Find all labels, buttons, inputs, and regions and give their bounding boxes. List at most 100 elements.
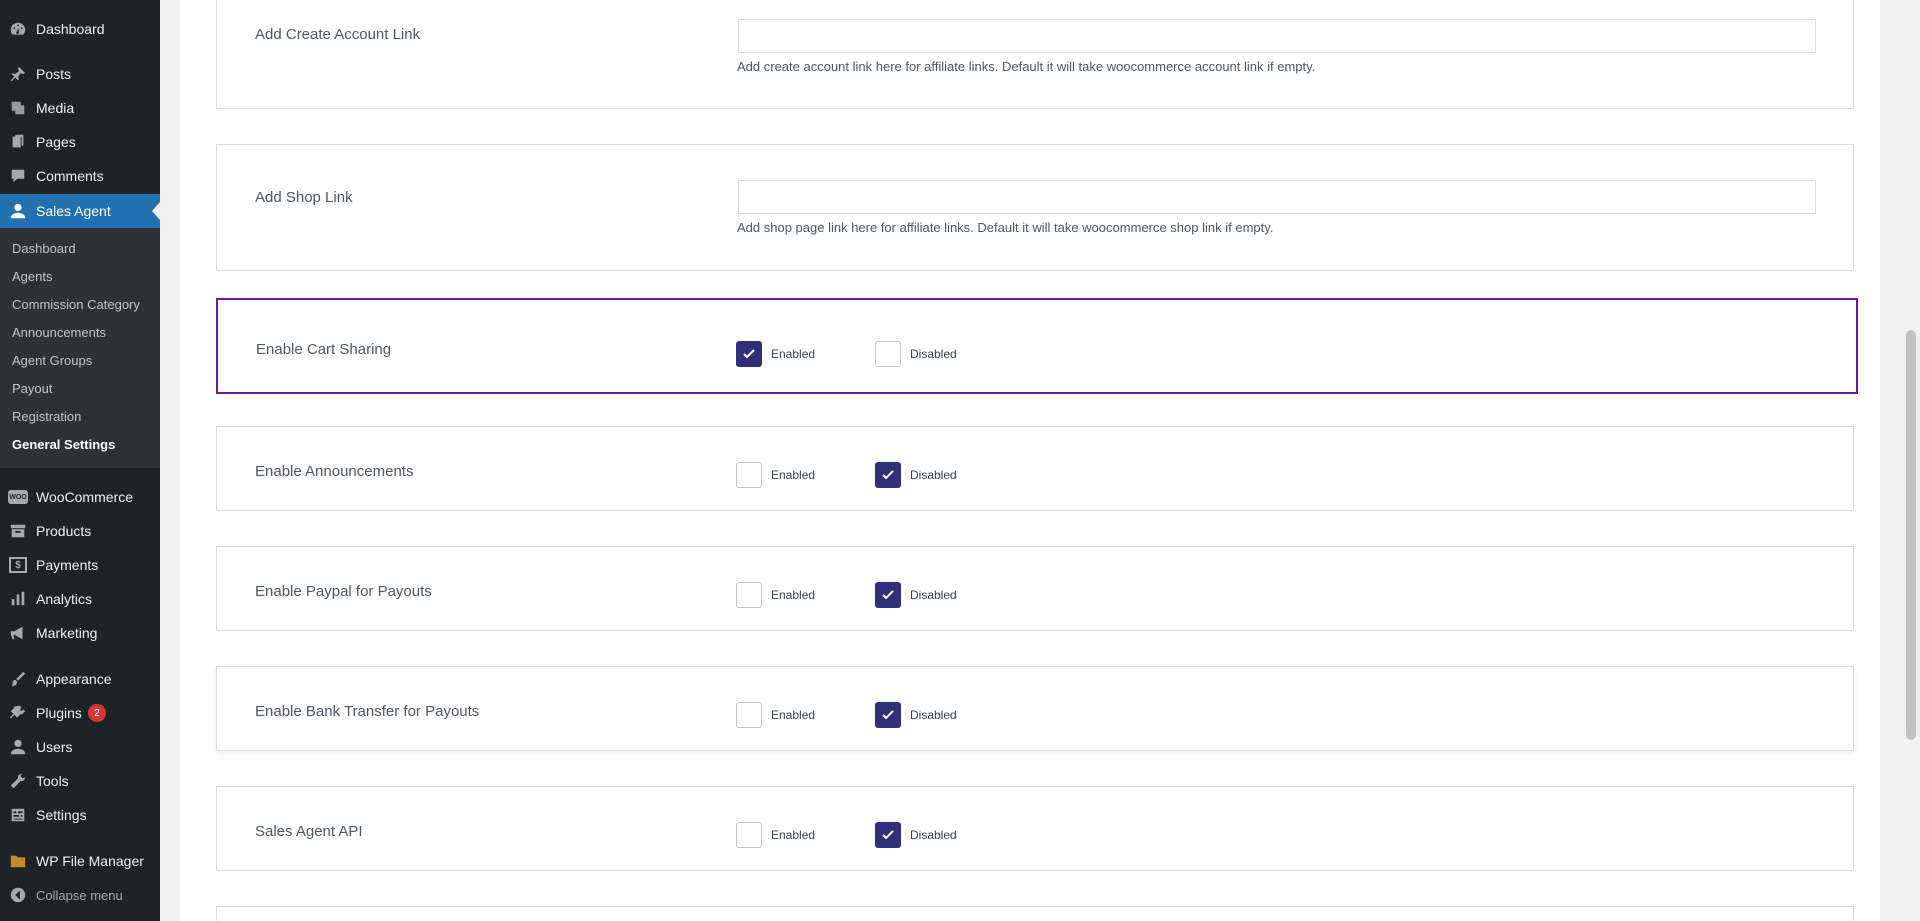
submenu-commission-category[interactable]: Commission Category: [12, 295, 140, 315]
cart-sharing-row: Enable Cart Sharing Enabled Disabled: [216, 298, 1858, 394]
option-label: Enabled: [771, 588, 816, 602]
settings-icon: [8, 805, 28, 825]
submenu-dashboard[interactable]: Dashboard: [12, 239, 76, 259]
collapse-menu-button[interactable]: Collapse menu: [0, 878, 160, 912]
option-label: Disabled: [910, 347, 957, 361]
users-icon: [8, 737, 28, 757]
announcements-row: Enable Announcements Enabled Disabled: [216, 426, 1854, 511]
menu-appearance[interactable]: Appearance: [0, 662, 160, 696]
menu-products[interactable]: Products: [0, 514, 160, 548]
bank-transfer-disabled-checkbox[interactable]: [875, 702, 901, 728]
menu-analytics[interactable]: Analytics: [0, 582, 160, 616]
option-label: Enabled: [771, 828, 816, 842]
next-setting-row: [216, 906, 1854, 921]
shop-link-label: Add Shop Link: [255, 189, 353, 206]
menu-pages[interactable]: Pages: [0, 125, 160, 159]
menu-tools[interactable]: Tools: [0, 764, 160, 798]
cart-sharing-enabled-option[interactable]: Enabled: [736, 341, 815, 367]
sales-agent-submenu: Dashboard Agents Commission Category Ann…: [0, 228, 160, 468]
menu-dashboard[interactable]: Dashboard: [0, 12, 160, 46]
bank-transfer-enabled-option[interactable]: Enabled: [736, 702, 815, 728]
api-disabled-checkbox[interactable]: [875, 822, 901, 848]
menu-label: Dashboard: [36, 21, 105, 37]
menu-label: Appearance: [36, 671, 112, 687]
dashboard-icon: [8, 19, 28, 39]
archive-icon: [8, 521, 28, 541]
paypal-enabled-option[interactable]: Enabled: [736, 582, 815, 608]
menu-posts[interactable]: Posts: [0, 57, 160, 91]
menu-comments[interactable]: Comments: [0, 159, 160, 193]
media-icon: [8, 98, 28, 118]
comments-icon: [8, 166, 28, 186]
folder-icon: [8, 851, 28, 871]
submenu-agents[interactable]: Agents: [12, 267, 52, 287]
menu-label: Media: [36, 100, 75, 116]
scrollbar-thumb[interactable]: [1906, 330, 1916, 740]
api-disabled-option[interactable]: Disabled: [875, 822, 957, 848]
bank-transfer-disabled-option[interactable]: Disabled: [875, 702, 957, 728]
vertical-scrollbar[interactable]: [1902, 0, 1920, 921]
menu-label: Products: [36, 523, 92, 539]
announcements-disabled-checkbox[interactable]: [875, 462, 901, 488]
menu-label: Plugins: [36, 705, 82, 721]
announcements-enabled-option[interactable]: Enabled: [736, 462, 815, 488]
paypal-disabled-option[interactable]: Disabled: [875, 582, 957, 608]
submenu-registration[interactable]: Registration: [12, 407, 81, 427]
api-enabled-checkbox[interactable]: [736, 822, 762, 848]
menu-sales-agent[interactable]: Sales Agent: [0, 194, 160, 228]
menu-label: WooCommerce: [36, 489, 133, 505]
megaphone-icon: [8, 623, 28, 643]
api-enabled-option[interactable]: Enabled: [736, 822, 815, 848]
menu-label: Analytics: [36, 591, 93, 607]
option-label: Enabled: [771, 468, 816, 482]
announcements-disabled-option[interactable]: Disabled: [875, 462, 957, 488]
bank-transfer-enabled-checkbox[interactable]: [736, 702, 762, 728]
announcements-enabled-checkbox[interactable]: [736, 462, 762, 488]
paypal-payouts-row: Enable Paypal for Payouts Enabled Disabl…: [216, 546, 1854, 631]
user-icon: [8, 201, 28, 221]
dollar-icon: $: [8, 555, 28, 575]
menu-wp-file-manager[interactable]: WP File Manager: [0, 844, 160, 878]
wrench-icon: [8, 771, 28, 791]
submenu-announcements[interactable]: Announcements: [12, 323, 106, 343]
create-account-link-input[interactable]: [738, 19, 1816, 53]
pin-icon: [8, 64, 28, 84]
menu-marketing[interactable]: Marketing: [0, 616, 160, 650]
menu-users[interactable]: Users: [0, 730, 160, 764]
menu-label: Posts: [36, 66, 72, 82]
menu-media[interactable]: Media: [0, 91, 160, 125]
collapse-icon: [8, 885, 28, 905]
option-label: Disabled: [910, 468, 957, 482]
shop-link-row: Add Shop Link Add shop page link here fo…: [216, 144, 1854, 271]
plugin-update-badge: 2: [87, 704, 106, 722]
menu-woocommerce[interactable]: WOO WooCommerce: [0, 480, 160, 514]
cart-sharing-disabled-checkbox[interactable]: [875, 341, 901, 367]
option-label: Enabled: [771, 347, 816, 361]
announcements-label: Enable Announcements: [255, 463, 414, 480]
create-account-link-help: Add create account link here for affilia…: [737, 59, 1316, 74]
menu-settings[interactable]: Settings: [0, 798, 160, 832]
option-label: Enabled: [771, 708, 816, 722]
menu-label: Users: [36, 739, 73, 755]
submenu-agent-groups[interactable]: Agent Groups: [12, 351, 92, 371]
create-account-link-label: Add Create Account Link: [255, 26, 421, 43]
cart-sharing-enabled-checkbox[interactable]: [736, 341, 762, 367]
plugin-icon: [8, 703, 28, 723]
admin-sidebar: Dashboard Posts Media Pages Comments Sal…: [0, 0, 160, 921]
cart-sharing-disabled-option[interactable]: Disabled: [875, 341, 957, 367]
option-label: Disabled: [910, 708, 957, 722]
paypal-disabled-checkbox[interactable]: [875, 582, 901, 608]
menu-label: Payments: [36, 557, 99, 573]
submenu-general-settings[interactable]: General Settings: [12, 435, 115, 455]
paypal-enabled-checkbox[interactable]: [736, 582, 762, 608]
sales-agent-api-label: Sales Agent API: [255, 823, 363, 840]
pages-icon: [8, 132, 28, 152]
menu-plugins[interactable]: Plugins 2: [0, 696, 160, 730]
submenu-payout[interactable]: Payout: [12, 379, 52, 399]
option-label: Disabled: [910, 828, 957, 842]
woocommerce-icon: WOO: [8, 487, 28, 507]
menu-payments[interactable]: $ Payments: [0, 548, 160, 582]
shop-link-input[interactable]: [738, 180, 1816, 214]
option-label: Disabled: [910, 588, 957, 602]
bank-transfer-payouts-label: Enable Bank Transfer for Payouts: [255, 703, 480, 720]
